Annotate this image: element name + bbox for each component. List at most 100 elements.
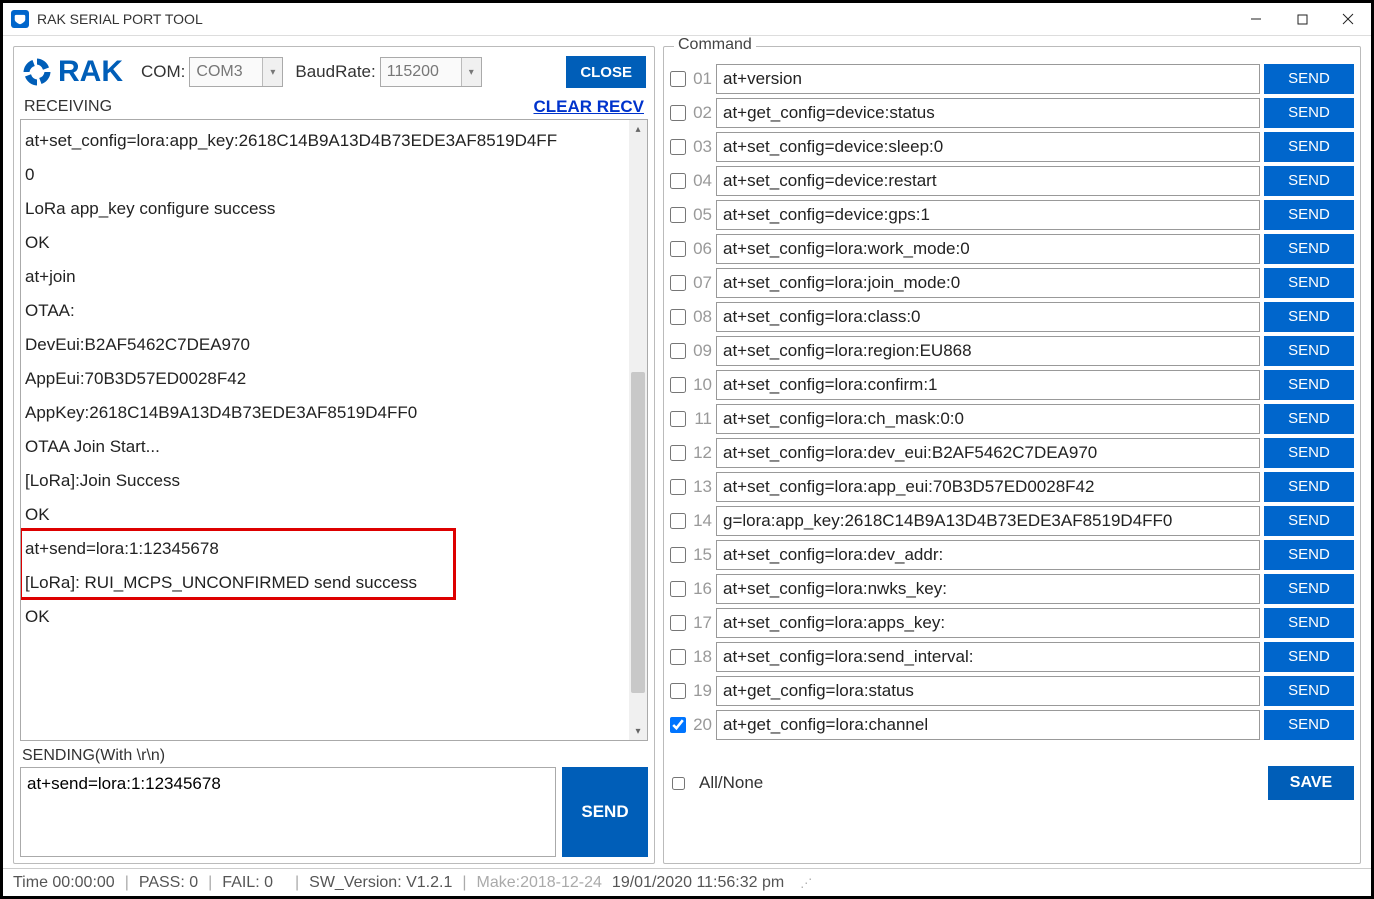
command-row-input[interactable]	[716, 710, 1260, 740]
command-row-input[interactable]	[716, 370, 1260, 400]
command-row-checkbox[interactable]	[670, 683, 686, 699]
command-row-send-button[interactable]: SEND	[1264, 472, 1354, 502]
command-row-input[interactable]	[716, 336, 1260, 366]
command-row-send-button[interactable]: SEND	[1264, 132, 1354, 162]
command-row-checkbox[interactable]	[670, 139, 686, 155]
command-row-input[interactable]	[716, 64, 1260, 94]
command-row-send-button[interactable]: SEND	[1264, 302, 1354, 332]
app-icon	[11, 10, 29, 28]
command-row: 19SEND	[670, 675, 1354, 706]
com-dropdown-icon[interactable]: ▾	[262, 58, 282, 86]
command-row-input[interactable]	[716, 540, 1260, 570]
command-row-send-button[interactable]: SEND	[1264, 710, 1354, 740]
scroll-up-icon[interactable]: ▴	[629, 120, 647, 138]
command-row-input[interactable]	[716, 574, 1260, 604]
command-row-send-button[interactable]: SEND	[1264, 200, 1354, 230]
command-row-input[interactable]	[716, 676, 1260, 706]
command-row-checkbox[interactable]	[670, 173, 686, 189]
close-port-button[interactable]: CLOSE	[566, 56, 646, 88]
command-row-send-button[interactable]: SEND	[1264, 98, 1354, 128]
command-row-input[interactable]	[716, 404, 1260, 434]
resize-grip-icon[interactable]: ⋰	[800, 876, 810, 890]
save-button[interactable]: SAVE	[1268, 766, 1354, 800]
command-row-input[interactable]	[716, 200, 1260, 230]
maximize-button[interactable]	[1279, 3, 1325, 36]
command-row-checkbox[interactable]	[670, 275, 686, 291]
all-none-checkbox[interactable]	[672, 777, 685, 790]
sending-input[interactable]: at+send=lora:1:12345678	[20, 767, 556, 857]
command-row-checkbox[interactable]	[670, 615, 686, 631]
command-row: 11SEND	[670, 403, 1354, 434]
com-select[interactable]: ▾	[189, 57, 283, 87]
command-row-checkbox[interactable]	[670, 241, 686, 257]
command-row-checkbox[interactable]	[670, 105, 686, 121]
command-row-send-button[interactable]: SEND	[1264, 540, 1354, 570]
command-row-checkbox[interactable]	[670, 717, 686, 733]
command-row-send-button[interactable]: SEND	[1264, 268, 1354, 298]
clear-recv-link[interactable]: CLEAR RECV	[533, 97, 644, 117]
command-row-input[interactable]	[716, 506, 1260, 536]
baudrate-dropdown-icon[interactable]: ▾	[461, 58, 481, 86]
command-row-checkbox[interactable]	[670, 547, 686, 563]
com-value[interactable]	[190, 58, 262, 86]
command-row-input[interactable]	[716, 472, 1260, 502]
command-row-send-button[interactable]: SEND	[1264, 574, 1354, 604]
scroll-thumb[interactable]	[631, 372, 645, 693]
baudrate-select[interactable]: ▾	[380, 57, 482, 87]
command-row-checkbox[interactable]	[670, 411, 686, 427]
command-row-number: 09	[690, 341, 712, 361]
command-row-number: 14	[690, 511, 712, 531]
baudrate-value[interactable]	[381, 58, 461, 86]
command-row-checkbox[interactable]	[670, 513, 686, 529]
command-row-send-button[interactable]: SEND	[1264, 370, 1354, 400]
command-row-input[interactable]	[716, 234, 1260, 264]
command-row-checkbox[interactable]	[670, 377, 686, 393]
command-row-checkbox[interactable]	[670, 309, 686, 325]
receiving-text: at+set_config=lora:app_key:2618C14B9A13D…	[25, 124, 627, 634]
command-row-input[interactable]	[716, 608, 1260, 638]
command-row-checkbox[interactable]	[670, 479, 686, 495]
command-row-input[interactable]	[716, 166, 1260, 196]
command-row-checkbox[interactable]	[670, 71, 686, 87]
command-row-checkbox[interactable]	[670, 649, 686, 665]
minimize-button[interactable]	[1233, 3, 1279, 36]
logo-text: RAK	[58, 55, 123, 89]
command-row-send-button[interactable]: SEND	[1264, 506, 1354, 536]
command-row: 02SEND	[670, 97, 1354, 128]
command-row-send-button[interactable]: SEND	[1264, 642, 1354, 672]
command-row-number: 04	[690, 171, 712, 191]
close-window-button[interactable]	[1325, 3, 1371, 36]
command-row-number: 16	[690, 579, 712, 599]
command-row-send-button[interactable]: SEND	[1264, 64, 1354, 94]
status-pass: PASS: 0	[139, 874, 198, 892]
command-row-number: 18	[690, 647, 712, 667]
command-row-input[interactable]	[716, 302, 1260, 332]
command-row: 16 SEND	[670, 573, 1354, 604]
command-row: 15SEND	[670, 539, 1354, 570]
scroll-down-icon[interactable]: ▾	[629, 722, 647, 740]
command-row: 09 SEND	[670, 335, 1354, 366]
command-row-input[interactable]	[716, 132, 1260, 162]
command-row-checkbox[interactable]	[670, 581, 686, 597]
com-label: COM:	[141, 62, 185, 82]
recv-scrollbar[interactable]: ▴ ▾	[629, 120, 647, 740]
command-row-checkbox[interactable]	[670, 445, 686, 461]
status-fail: FAIL: 0	[222, 874, 273, 892]
command-row-input[interactable]	[716, 268, 1260, 298]
command-row-send-button[interactable]: SEND	[1264, 166, 1354, 196]
command-row-checkbox[interactable]	[670, 343, 686, 359]
command-row-send-button[interactable]: SEND	[1264, 438, 1354, 468]
command-row-input[interactable]	[716, 438, 1260, 468]
command-row-send-button[interactable]: SEND	[1264, 234, 1354, 264]
command-row: 01SEND	[670, 63, 1354, 94]
command-row-input[interactable]	[716, 98, 1260, 128]
rak-logo: RAK	[22, 55, 123, 89]
window-title: RAK SERIAL PORT TOOL	[37, 11, 1233, 27]
command-row-send-button[interactable]: SEND	[1264, 404, 1354, 434]
command-row-send-button[interactable]: SEND	[1264, 676, 1354, 706]
command-row-input[interactable]	[716, 642, 1260, 672]
send-button[interactable]: SEND	[562, 767, 648, 857]
command-row-send-button[interactable]: SEND	[1264, 608, 1354, 638]
command-row-send-button[interactable]: SEND	[1264, 336, 1354, 366]
command-row-checkbox[interactable]	[670, 207, 686, 223]
